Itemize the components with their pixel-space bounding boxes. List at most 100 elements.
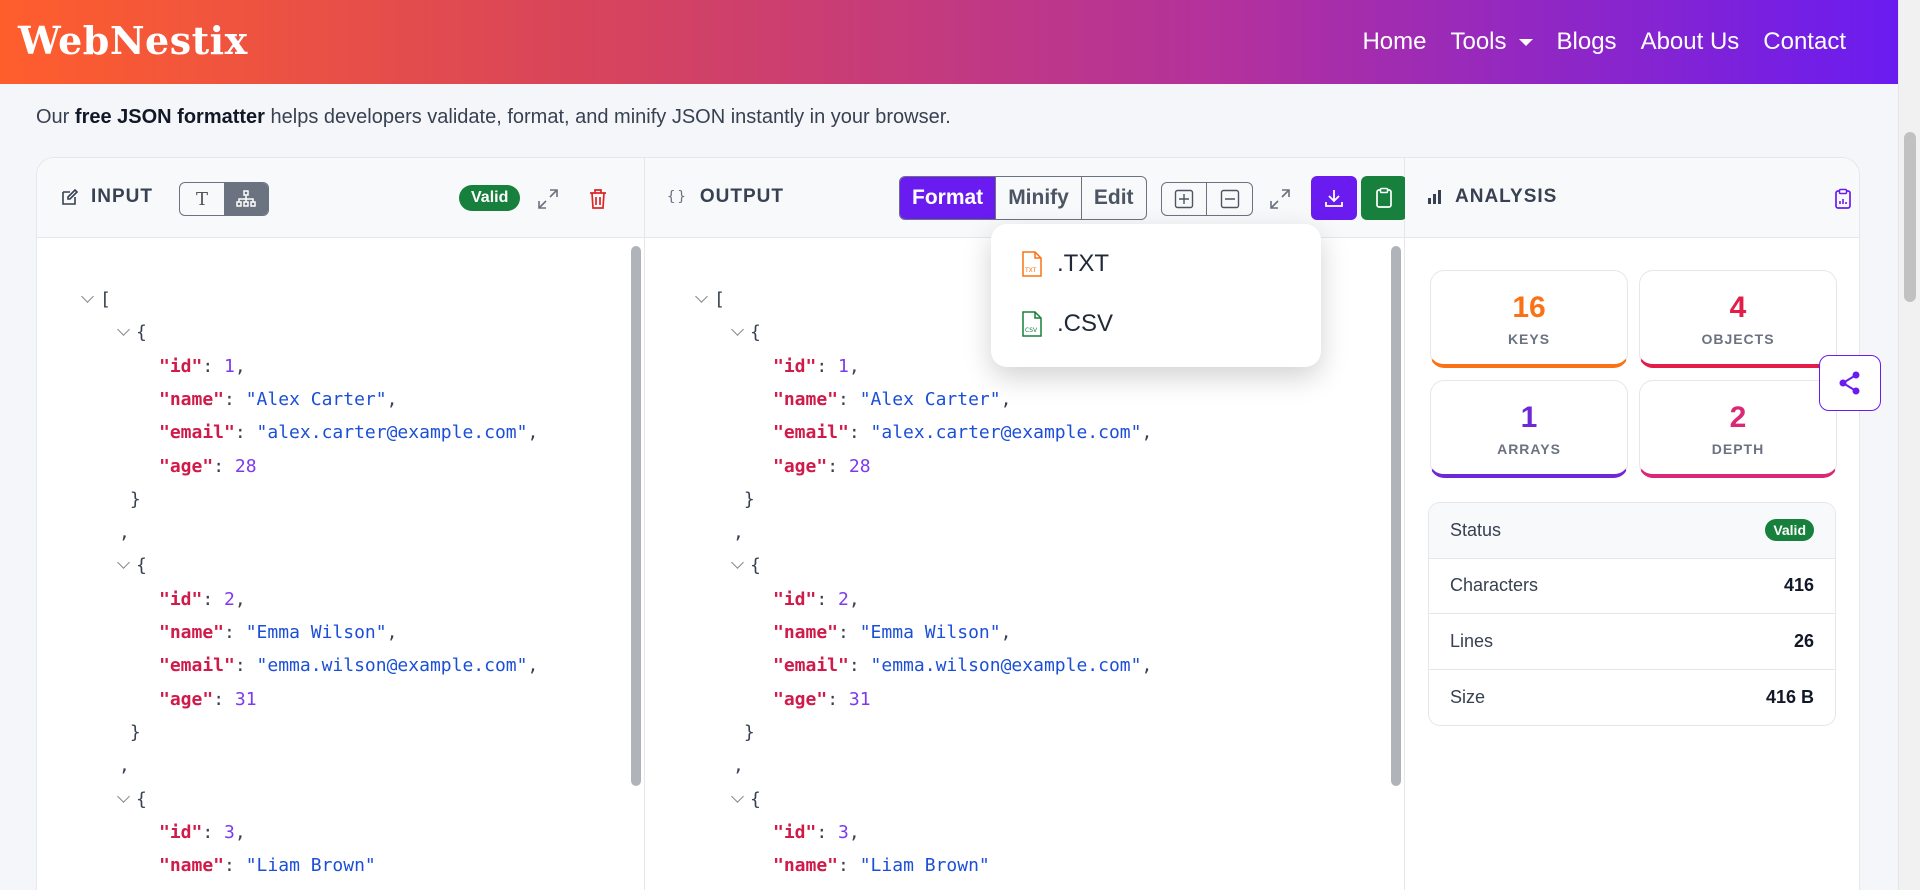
comma-line: , [119,522,130,544]
comma-line: , [119,755,130,777]
expand-icon [1270,189,1290,209]
info-characters-label: Characters [1450,575,1539,596]
stat-objects-label: OBJECTS [1701,331,1775,347]
copy-output-button[interactable] [1361,176,1407,220]
info-row-status: Status Valid [1429,503,1835,559]
info-row-lines: Lines 26 [1429,614,1835,670]
json-line-name: "name": "Alex Carter", [159,388,398,410]
json-line-name: "name": "Liam Brown" [773,855,990,877]
comma-line: , [733,522,744,544]
output-title-label: OUTPUT [699,186,784,207]
analysis-title: ANALYSIS [1427,186,1557,208]
nav-tools-dropdown[interactable]: Tools [1450,28,1533,56]
caret-down-icon [1518,38,1533,46]
site-logo[interactable]: WebNestix [18,18,248,63]
object-open-line: { [731,316,761,349]
input-title: INPUT [61,186,153,208]
tree-icon [236,190,256,207]
info-status-badge: Valid [1765,519,1814,542]
svg-text:TXT: TXT [1024,267,1037,274]
input-expand-button[interactable] [533,184,563,214]
intro-text: Our free JSON formatter helps developers… [36,106,951,129]
edit-icon [62,188,79,205]
analysis-title-label: ANALYSIS [1455,186,1558,207]
object-open-line: { [117,549,147,582]
intro-bold: free JSON formatter [74,106,265,128]
info-row-characters: Characters 416 [1429,559,1835,614]
json-line-id: "id": 2, [159,588,246,610]
download-icon [1325,190,1343,207]
expand-all-button[interactable] [1162,183,1207,215]
csv-file-icon: CSV [1022,311,1042,337]
input-valid-badge: Valid [459,185,521,211]
input-panel-header: INPUT T Valid [37,158,645,238]
json-line-name: "name": "Emma Wilson", [773,622,1012,643]
json-line-age: "age": 28 [159,455,257,477]
page-scrollbar-thumb[interactable] [1904,132,1916,302]
json-line-age: "age": 31 [773,688,871,710]
minus-square-icon [1220,189,1239,209]
fold-controls [1161,182,1253,216]
nav-about[interactable]: About Us [1641,28,1740,56]
json-line-name: "name": "Emma Wilson", [159,622,398,643]
nav-blogs-label: Blogs [1556,28,1617,55]
json-line-age: "age": 31 [159,688,257,710]
format-button[interactable]: Format [900,177,997,219]
minify-button[interactable]: Minify [996,177,1082,219]
nav-contact-label: Contact [1763,28,1846,55]
intro-suffix: helps developers validate, format, and m… [264,106,951,128]
stat-objects-value: 4 [1729,291,1747,324]
json-line-email: "email": "alex.carter@example.com", [773,422,1153,444]
braces-icon: {} [667,189,688,205]
edit-button[interactable]: Edit [1082,177,1146,219]
object-open-line: { [117,783,147,816]
output-editor-scrollbar[interactable] [1391,246,1401,786]
info-row-size: Size 416 B [1429,670,1835,726]
object-open-line: { [731,549,761,582]
input-title-label: INPUT [91,186,153,207]
download-button[interactable] [1311,176,1357,220]
array-open-line: [ [81,283,111,316]
input-editor[interactable]: [{"id": 1, "name": "Alex Carter", "email":… [37,238,645,890]
collapse-all-button[interactable] [1207,183,1252,215]
text-view-button[interactable]: T [180,183,224,215]
share-button[interactable] [1819,355,1881,411]
clipboard-data-icon [1835,188,1851,209]
object-close-line: } [733,488,755,510]
object-close-line: } [119,488,141,510]
stat-depth-value: 2 [1729,401,1747,434]
nav-tools-label: Tools [1450,28,1507,55]
array-open-line: [ [695,283,725,316]
json-line-name: "name": "Liam Brown" [159,855,376,877]
info-lines-label: Lines [1450,630,1494,651]
download-csv-label: .CSV [1057,310,1114,337]
download-txt-option[interactable]: TXT .TXT [1021,250,1109,278]
stat-keys-value: 16 [1512,291,1546,324]
page-scrollbar[interactable] [1898,0,1920,890]
comma-line: , [733,755,744,777]
expand-icon [538,189,558,209]
info-characters-value: 416 [1783,575,1814,596]
json-line-id: "id": 3, [159,821,246,843]
nav-about-label: About Us [1640,28,1740,55]
analysis-panel-header: ANALYSIS [1405,158,1859,238]
download-csv-option[interactable]: CSV .CSV [1021,310,1113,338]
stat-arrays-value: 1 [1520,401,1538,434]
input-editor-scrollbar[interactable] [631,246,641,786]
tree-view-button[interactable] [224,183,268,215]
clear-input-button[interactable] [583,184,613,214]
nav-blogs[interactable]: Blogs [1557,28,1617,56]
json-line-id: "id": 2, [773,588,860,610]
info-size-value: 416 B [1765,686,1814,707]
nav-contact[interactable]: Contact [1763,28,1846,56]
output-expand-button[interactable] [1265,184,1295,214]
nav-home[interactable]: Home [1362,28,1426,56]
main-nav: Home Tools Blogs About Us Contact [1362,0,1846,84]
json-line-name: "name": "Alex Carter", [773,388,1012,410]
svg-text:CSV: CSV [1025,327,1038,334]
stat-keys-label: KEYS [1507,331,1551,347]
stat-arrays: 1 ARRAYS [1430,380,1628,478]
copy-analysis-button[interactable] [1831,184,1855,214]
stat-depth-label: DEPTH [1711,441,1765,457]
trash-icon [590,189,606,209]
